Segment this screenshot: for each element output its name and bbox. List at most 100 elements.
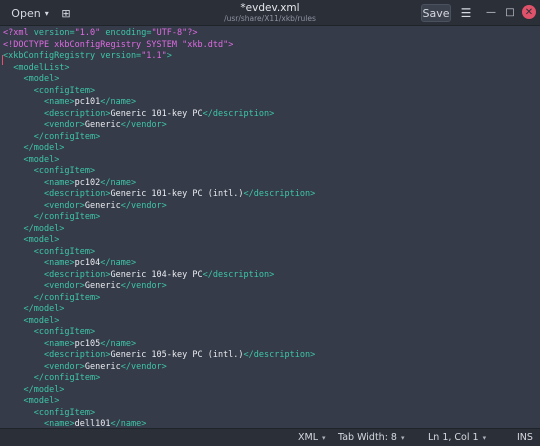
- text-cursor: [2, 55, 3, 65]
- code-line[interactable]: </model>: [3, 385, 540, 397]
- code-line[interactable]: <vendor>Generic</vendor>: [3, 281, 540, 293]
- language-label: XML: [298, 432, 318, 443]
- code-token: <configItem>: [33, 407, 96, 418]
- code-token: Generic: [84, 361, 121, 372]
- code-line[interactable]: <configItem>: [3, 247, 540, 259]
- cursor-position-selector[interactable]: Ln 1, Col 1 ▾: [428, 432, 486, 443]
- code-token: Generic: [84, 120, 121, 130]
- code-token: </name>: [100, 258, 137, 268]
- code-line[interactable]: <configItem>: [3, 86, 540, 98]
- code-token: <description>: [43, 350, 111, 360]
- code-line[interactable]: <configItem>: [3, 408, 540, 420]
- code-token: </name>: [110, 419, 147, 428]
- code-token: "1.1": [141, 51, 167, 61]
- code-token: dell101: [74, 419, 111, 428]
- code-line[interactable]: <xkbConfigRegistry version="1.1">: [3, 51, 540, 63]
- code-token: <!DOCTYPE xkbConfigRegistry SYSTEM: [3, 39, 183, 50]
- code-token: </model>: [23, 143, 65, 153]
- code-token: "xkb.dtd": [182, 39, 229, 50]
- code-line[interactable]: <vendor>Generic</vendor>: [3, 120, 540, 132]
- code-line[interactable]: <!DOCTYPE xkbConfigRegistry SYSTEM "xkb.…: [3, 40, 540, 52]
- code-token: </configItem>: [33, 373, 101, 383]
- code-line[interactable]: <name>pc101</name>: [3, 97, 540, 109]
- code-token: Generic: [84, 281, 121, 291]
- code-line[interactable]: <description>Generic 105-key PC (intl.)<…: [3, 350, 540, 362]
- code-token: ?>: [187, 28, 198, 38]
- minimize-button[interactable]: —: [484, 5, 498, 19]
- code-token: </name>: [100, 177, 137, 188]
- code-view[interactable]: <?xml version="1.0" encoding="UTF-8"?> <!…: [0, 26, 540, 428]
- chevron-down-icon: ▾: [400, 433, 405, 442]
- text-editor[interactable]: <?xml version="1.0" encoding="UTF-8"?> <!…: [0, 26, 540, 428]
- code-token: <modelList>: [13, 62, 70, 73]
- code-line[interactable]: <modelList>: [3, 63, 540, 75]
- code-token: Generic: [84, 200, 121, 211]
- code-line[interactable]: <configItem>: [3, 327, 540, 339]
- code-line[interactable]: <vendor>Generic</vendor>: [3, 362, 540, 374]
- code-line[interactable]: <model>: [3, 316, 540, 328]
- code-token: >: [228, 39, 234, 50]
- code-token: </description>: [243, 189, 316, 199]
- code-line[interactable]: <model>: [3, 155, 540, 167]
- maximize-icon: □: [505, 6, 515, 18]
- code-token: "1.0": [74, 28, 101, 38]
- code-token: <xkbConfigRegistry: [3, 51, 101, 61]
- code-line[interactable]: <description>Generic 101-key PC</descrip…: [3, 109, 540, 121]
- close-icon: ✕: [524, 6, 534, 18]
- hamburger-menu-button[interactable]: ☰: [458, 4, 474, 22]
- code-line[interactable]: <name>dell101</name>: [3, 419, 540, 428]
- document-title: *evdev.xml: [240, 2, 300, 14]
- tab-width-label: Tab Width: 8: [338, 432, 397, 443]
- code-token: <vendor>: [43, 281, 85, 291]
- code-line[interactable]: <configItem>: [3, 166, 540, 178]
- code-line[interactable]: <model>: [3, 396, 540, 408]
- new-document-icon: ⊞: [61, 6, 71, 20]
- code-line[interactable]: </model>: [3, 304, 540, 316]
- code-token: <configItem>: [33, 166, 96, 176]
- code-line[interactable]: </configItem>: [3, 212, 540, 224]
- tab-width-selector[interactable]: Tab Width: 8 ▾: [338, 432, 404, 443]
- code-token: <model>: [23, 74, 60, 84]
- code-token: pc104: [74, 258, 101, 268]
- chevron-down-icon: ▾: [322, 433, 326, 442]
- code-line[interactable]: </configItem>: [3, 293, 540, 305]
- insert-mode-indicator[interactable]: INS: [517, 432, 533, 443]
- code-line[interactable]: <model>: [3, 235, 540, 247]
- close-button[interactable]: ✕: [522, 5, 536, 19]
- code-token: version=: [33, 28, 75, 38]
- code-line[interactable]: <model>: [3, 74, 540, 86]
- code-token: <configItem>: [33, 327, 96, 337]
- code-line[interactable]: <name>pc104</name>: [3, 258, 540, 270]
- code-token: <?xml: [3, 28, 34, 38]
- code-line[interactable]: <description>Generic 104-key PC</descrip…: [3, 270, 540, 282]
- code-line[interactable]: <name>pc105</name>: [3, 339, 540, 351]
- code-token: </description>: [243, 350, 316, 360]
- code-token: <configItem>: [33, 246, 96, 257]
- language-selector[interactable]: XML ▾: [298, 432, 326, 443]
- code-line[interactable]: <?xml version="1.0" encoding="UTF-8"?>: [3, 28, 540, 40]
- new-tab-button[interactable]: ⊞: [58, 4, 74, 22]
- code-line[interactable]: </configItem>: [3, 373, 540, 385]
- code-token: </model>: [23, 223, 65, 234]
- maximize-button[interactable]: □: [503, 5, 517, 19]
- code-token: Generic 105-key PC (intl.): [110, 350, 244, 360]
- save-button[interactable]: Save: [421, 4, 451, 22]
- code-line[interactable]: <name>pc102</name>: [3, 178, 540, 190]
- code-token: encoding=: [100, 28, 152, 38]
- code-line[interactable]: </configItem>: [3, 132, 540, 144]
- code-line[interactable]: </model>: [3, 143, 540, 155]
- code-line[interactable]: <description>Generic 101-key PC (intl.)<…: [3, 189, 540, 201]
- code-line[interactable]: </model>: [3, 224, 540, 236]
- open-button[interactable]: Open ▾: [10, 4, 50, 22]
- code-line[interactable]: <vendor>Generic</vendor>: [3, 201, 540, 213]
